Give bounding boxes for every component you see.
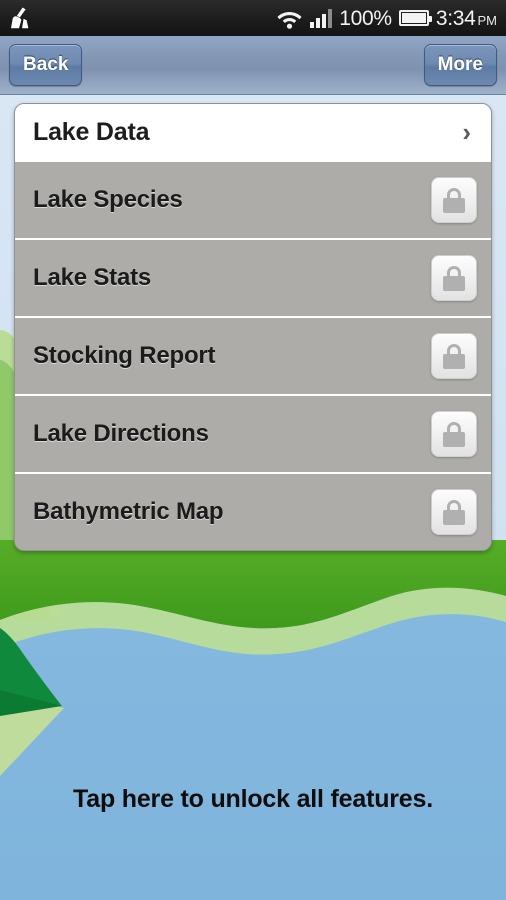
status-bar-clock: 3:34 PM xyxy=(436,8,497,29)
phone-screen: 100% 3:34 PM Back More Lake Data › Lake … xyxy=(0,0,506,900)
lock-icon[interactable] xyxy=(431,411,477,457)
clock-ampm: PM xyxy=(477,12,498,28)
lock-icon[interactable] xyxy=(431,489,477,535)
status-bar-right: 100% 3:34 PM xyxy=(276,8,506,29)
more-button[interactable]: More xyxy=(423,44,497,86)
status-bar-left xyxy=(0,6,276,30)
cellular-signal-icon xyxy=(310,8,333,28)
chevron-right-icon: › xyxy=(462,117,471,147)
battery-percent-label: 100% xyxy=(339,6,392,30)
list-item-label: Stocking Report xyxy=(33,342,216,369)
back-button[interactable]: Back xyxy=(9,44,83,86)
navigation-bar: Back More xyxy=(0,36,506,95)
lake-data-header-row[interactable]: Lake Data › xyxy=(15,104,491,160)
list-item-lake-directions[interactable]: Lake Directions xyxy=(15,394,491,472)
lake-data-card: Lake Data › Lake Species Lake Stats Stoc… xyxy=(14,103,492,551)
status-bar: 100% 3:34 PM xyxy=(0,0,506,36)
clock-time: 3:34 xyxy=(435,6,476,30)
lock-icon[interactable] xyxy=(431,333,477,379)
page-title: Lake Data xyxy=(33,117,150,146)
lock-icon[interactable] xyxy=(431,255,477,301)
list-item-label: Bathymetric Map xyxy=(33,498,224,525)
broom-icon xyxy=(11,7,29,29)
wifi-icon xyxy=(277,11,302,29)
unlock-features-prompt[interactable]: Tap here to unlock all features. xyxy=(0,785,506,814)
list-item-label: Lake Species xyxy=(33,186,183,213)
list-item-label: Lake Directions xyxy=(33,420,209,447)
list-item-lake-species[interactable]: Lake Species xyxy=(15,160,491,238)
list-item-stocking-report[interactable]: Stocking Report xyxy=(15,316,491,394)
list-item-bathymetric-map[interactable]: Bathymetric Map xyxy=(15,472,491,550)
list-item-label: Lake Stats xyxy=(33,264,152,291)
battery-full-icon xyxy=(398,10,432,26)
lock-icon[interactable] xyxy=(431,177,477,223)
list-item-lake-stats[interactable]: Lake Stats xyxy=(15,238,491,316)
